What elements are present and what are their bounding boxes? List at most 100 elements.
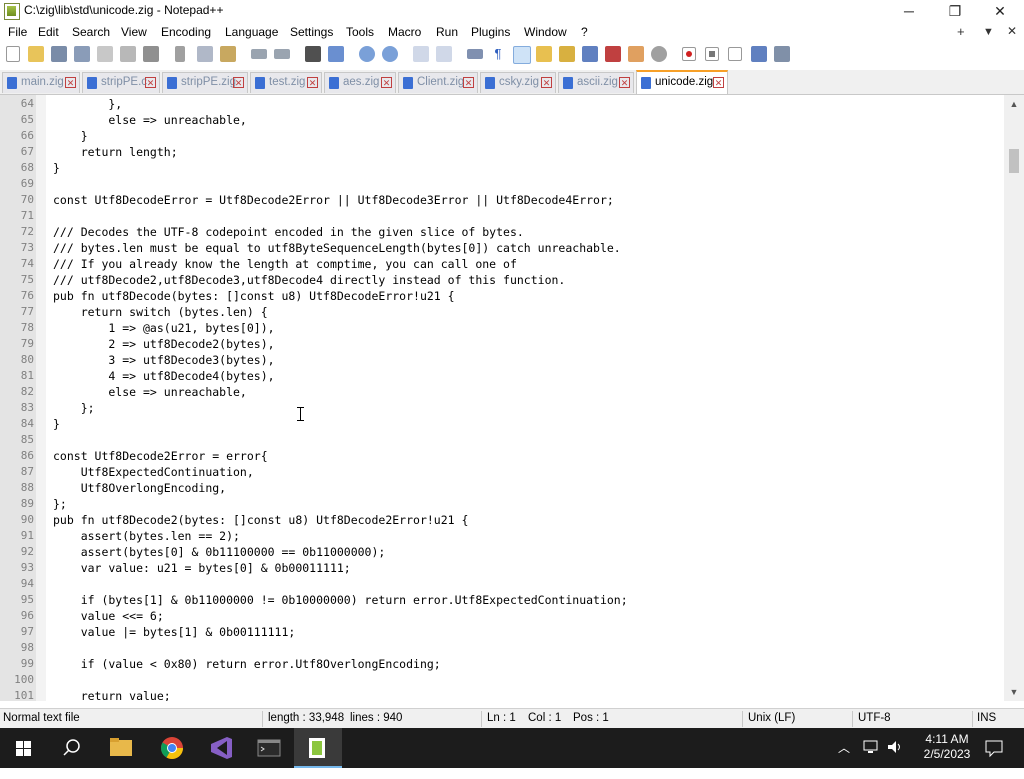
- tab-close-icon[interactable]: ✕: [463, 77, 474, 88]
- code-line[interactable]: };: [53, 496, 67, 512]
- tab-test-zig[interactable]: test.zig ✕: [250, 72, 322, 93]
- menu-macro[interactable]: Macro: [388, 25, 421, 39]
- document-list-icon[interactable]: [582, 46, 598, 62]
- scroll-up-arrow-icon[interactable]: ▲: [1004, 95, 1024, 113]
- code-editor[interactable]: 64 65 66 67 68 69 70 71 72 73 74 75 76 77 78 79 80 81 82 83…: [0, 95, 1004, 701]
- notifications-icon[interactable]: [984, 738, 1004, 778]
- code-line[interactable]: const Utf8DecodeError = Utf8Decode2Error…: [53, 192, 614, 208]
- maximize-button[interactable]: ❐: [932, 0, 978, 22]
- tab-close-icon[interactable]: ✕: [541, 77, 552, 88]
- sync-horizontal-icon[interactable]: [436, 46, 452, 62]
- code-line[interactable]: return value;: [53, 688, 171, 701]
- code-line[interactable]: Utf8OverlongEncoding,: [53, 480, 226, 496]
- stop-recording-icon[interactable]: [705, 47, 719, 61]
- monitoring-icon[interactable]: [651, 46, 667, 62]
- code-line[interactable]: }: [53, 160, 60, 176]
- menu-language[interactable]: Language: [225, 25, 278, 39]
- tray-show-hidden-icon[interactable]: ︿: [838, 739, 850, 779]
- taskbar-visual-studio[interactable]: [197, 728, 245, 768]
- tray-network-icon[interactable]: [862, 738, 880, 778]
- tab-ascii-zig[interactable]: ascii.zig ✕: [558, 72, 634, 93]
- tab-strippe-zig[interactable]: stripPE.zig ✕: [162, 72, 248, 93]
- code-line[interactable]: /// bytes.len must be equal to utf8ByteS…: [53, 240, 621, 256]
- tab-close-icon[interactable]: ✕: [619, 77, 630, 88]
- menu-help[interactable]: ?: [581, 25, 588, 39]
- tab-csky-zig[interactable]: csky.zig ✕: [480, 72, 556, 93]
- replace-icon[interactable]: [328, 46, 344, 62]
- start-button[interactable]: [0, 728, 48, 768]
- tab-close-icon[interactable]: ✕: [233, 77, 244, 88]
- tab-client-zig[interactable]: Client.zig ✕: [398, 72, 478, 93]
- code-line[interactable]: value <<= 6;: [53, 608, 164, 624]
- code-line[interactable]: 4 => utf8Decode4(bytes),: [53, 368, 274, 384]
- code-line[interactable]: }: [53, 128, 88, 144]
- taskbar-notepadpp[interactable]: [294, 728, 342, 768]
- word-wrap-icon[interactable]: [467, 49, 483, 59]
- new-tab-plus-icon[interactable]: +: [957, 24, 965, 39]
- menu-file[interactable]: File: [8, 25, 27, 39]
- cut-icon[interactable]: [175, 46, 185, 62]
- code-line[interactable]: if (bytes[1] & 0b11000000 != 0b10000000)…: [53, 592, 628, 608]
- tab-list-dropdown-icon[interactable]: ▼: [983, 26, 994, 38]
- function-list-icon[interactable]: [605, 46, 621, 62]
- code-line[interactable]: var value: u21 = bytes[0] & 0b00011111;: [53, 560, 351, 576]
- menu-search[interactable]: Search: [72, 25, 110, 39]
- menu-plugins[interactable]: Plugins: [471, 25, 510, 39]
- code-line[interactable]: value |= bytes[1] & 0b00111111;: [53, 624, 296, 640]
- menu-run[interactable]: Run: [436, 25, 458, 39]
- menu-view[interactable]: View: [121, 25, 147, 39]
- tab-close-icon[interactable]: ✕: [381, 77, 392, 88]
- code-line[interactable]: return switch (bytes.len) {: [53, 304, 268, 320]
- copy-icon[interactable]: [197, 46, 213, 62]
- menu-settings[interactable]: Settings: [290, 25, 333, 39]
- scrollbar-thumb[interactable]: [1009, 149, 1019, 173]
- tab-strippe-c[interactable]: stripPE.c ✕: [82, 72, 160, 93]
- search-button[interactable]: [48, 728, 96, 768]
- tab-unicode-zig[interactable]: unicode.zig ✕: [636, 70, 728, 94]
- code-line[interactable]: /// If you already know the length at co…: [53, 256, 517, 272]
- close-icon[interactable]: [97, 46, 113, 62]
- close-button[interactable]: ✕: [977, 0, 1023, 22]
- taskbar-terminal[interactable]: [245, 728, 293, 768]
- code-line[interactable]: /// Decodes the UTF-8 codepoint encoded …: [53, 224, 524, 240]
- tab-close-icon[interactable]: ✕: [713, 77, 724, 88]
- redo-icon[interactable]: [274, 49, 290, 59]
- code-line[interactable]: pub fn utf8Decode(bytes: []const u8) Utf…: [53, 288, 455, 304]
- code-line[interactable]: /// utf8Decode2,utf8Decode3,utf8Decode4 …: [53, 272, 565, 288]
- tray-volume-icon[interactable]: [886, 738, 904, 778]
- playback-macro-icon[interactable]: [728, 47, 742, 61]
- find-icon[interactable]: [305, 46, 321, 62]
- fold-margin[interactable]: [36, 95, 46, 701]
- zoom-out-icon[interactable]: [382, 46, 398, 62]
- notepadpp-app-icon[interactable]: [4, 3, 20, 20]
- minimize-button[interactable]: ─: [886, 0, 932, 22]
- tab-close-icon[interactable]: ✕: [145, 77, 156, 88]
- code-line[interactable]: return length;: [53, 144, 178, 160]
- tab-aes-zig[interactable]: aes.zig ✕: [324, 72, 396, 93]
- tab-close-icon[interactable]: ✕: [307, 77, 318, 88]
- code-line[interactable]: const Utf8Decode2Error = error{: [53, 448, 268, 464]
- code-line[interactable]: },: [53, 96, 122, 112]
- zoom-in-icon[interactable]: [359, 46, 375, 62]
- save-macro-icon[interactable]: [774, 46, 790, 62]
- code-line[interactable]: Utf8ExpectedContinuation,: [53, 464, 254, 480]
- indent-guide-icon[interactable]: [513, 46, 531, 64]
- tab-close-icon[interactable]: ✕: [65, 77, 76, 88]
- taskbar-chrome[interactable]: [148, 728, 196, 768]
- doc-map-icon[interactable]: [559, 46, 575, 62]
- show-all-characters-icon[interactable]: ¶: [490, 46, 506, 62]
- close-all-icon[interactable]: [120, 46, 136, 62]
- menu-encoding[interactable]: Encoding: [161, 25, 211, 39]
- code-line[interactable]: else => unreachable,: [53, 384, 247, 400]
- menu-edit[interactable]: Edit: [38, 25, 59, 39]
- vertical-scrollbar[interactable]: ▲ ▼: [1004, 95, 1024, 701]
- menu-tools[interactable]: Tools: [346, 25, 374, 39]
- code-line[interactable]: if (value < 0x80) return error.Utf8Overl…: [53, 656, 441, 672]
- folder-as-workspace-icon[interactable]: [628, 46, 644, 62]
- new-file-icon[interactable]: [6, 46, 20, 62]
- taskbar-clock[interactable]: 4:11 AM 2/5/2023: [922, 732, 972, 762]
- code-line[interactable]: pub fn utf8Decode2(bytes: []const u8) Ut…: [53, 512, 468, 528]
- sync-vertical-icon[interactable]: [413, 46, 429, 62]
- code-line[interactable]: else => unreachable,: [53, 112, 247, 128]
- close-document-icon[interactable]: ✕: [1007, 24, 1017, 38]
